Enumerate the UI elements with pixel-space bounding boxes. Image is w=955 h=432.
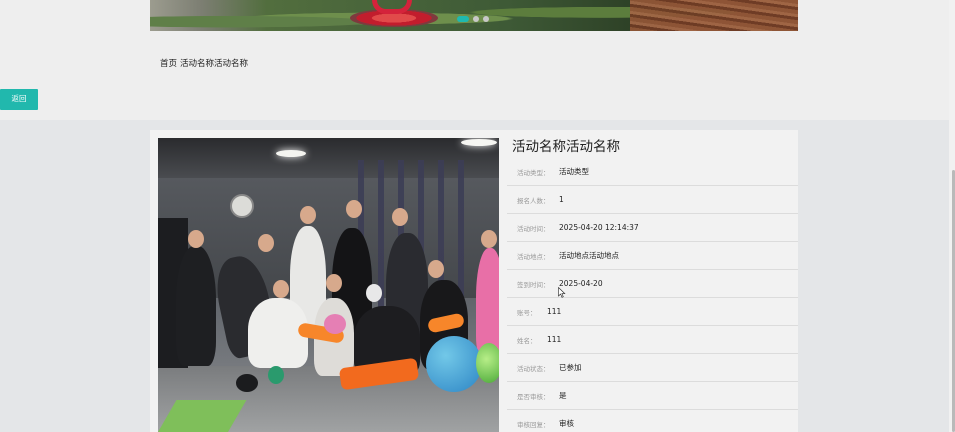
info-label: 活动时间： xyxy=(517,224,550,233)
kettlebell xyxy=(324,314,346,334)
banner-carousel[interactable] xyxy=(150,0,798,31)
banner-wooden-deck xyxy=(630,0,798,31)
info-label: 活动类型： xyxy=(517,168,550,177)
info-row-participants: 报名人数： 1 xyxy=(507,186,798,214)
info-row-name: 姓名： 111 xyxy=(507,326,798,354)
info-value: 是 xyxy=(559,391,567,400)
person-head xyxy=(392,208,408,226)
kettlebell xyxy=(268,366,284,384)
info-label: 签到时间： xyxy=(517,280,550,289)
person-head xyxy=(273,280,289,298)
person-head xyxy=(428,260,444,278)
info-label: 是否审核： xyxy=(517,392,550,401)
info-value: 审核 xyxy=(559,419,574,428)
person-head xyxy=(258,234,274,252)
info-value: 1 xyxy=(559,195,564,204)
info-row-location: 活动地点： 活动地点活动地点 xyxy=(507,242,798,270)
info-row-time: 活动时间： 2025-04-20 12:14:37 xyxy=(507,214,798,242)
ceiling-lamp-icon xyxy=(276,150,306,157)
person-head xyxy=(481,230,497,248)
info-row-status: 活动状态： 已参加 xyxy=(507,354,798,382)
person-figure xyxy=(476,248,499,358)
info-label: 活动地点： xyxy=(517,252,550,261)
info-value: 2025-04-20 12:14:37 xyxy=(559,223,639,232)
info-label: 报名人数： xyxy=(517,196,550,205)
activity-title: 活动名称活动名称 xyxy=(512,139,620,155)
breadcrumb-current: 活动名称活动名称 xyxy=(180,59,249,69)
info-value: 活动类型 xyxy=(559,167,589,176)
fitness-ball xyxy=(426,336,482,392)
info-row-account: 账号： 111 xyxy=(507,298,798,326)
wall-clock-icon xyxy=(230,194,254,218)
info-row-checkin-time: 签到时间： 2025-04-20 xyxy=(507,270,798,298)
info-label: 活动状态： xyxy=(517,364,550,373)
person-figure xyxy=(176,246,216,366)
activity-info-list: 活动类型： 活动类型 报名人数： 1 活动时间： 2025-04-20 12:1… xyxy=(507,158,798,432)
info-label: 姓名： xyxy=(517,336,537,345)
activity-detail-page: 首页 活动名称活动名称 返回 活动名称活动名称 活动类型： 活动类型 报名人数：… xyxy=(0,0,955,432)
breadcrumb: 首页 活动名称活动名称 xyxy=(160,57,248,69)
carousel-dot-3[interactable] xyxy=(483,16,489,22)
person-head xyxy=(188,230,204,248)
person-head xyxy=(326,274,342,292)
person-head xyxy=(366,284,382,302)
info-row-type: 活动类型： 活动类型 xyxy=(507,158,798,186)
info-value: 111 xyxy=(547,307,562,316)
carousel-dot-2[interactable] xyxy=(473,16,479,22)
mouse-pointer-icon xyxy=(558,287,566,298)
fitness-ball xyxy=(476,343,499,383)
back-button[interactable]: 返回 xyxy=(0,89,38,110)
person-head xyxy=(346,200,362,218)
person-head xyxy=(300,206,316,224)
info-value: 已参加 xyxy=(559,363,582,372)
info-label: 账号： xyxy=(517,308,537,317)
kettlebell xyxy=(236,374,258,392)
info-label: 审核回复： xyxy=(517,420,550,429)
carousel-dot-1[interactable] xyxy=(457,16,469,22)
info-value: 活动地点活动地点 xyxy=(559,251,619,260)
ceiling-lamp-icon xyxy=(461,139,497,146)
activity-photo xyxy=(158,138,499,432)
carousel-indicators xyxy=(457,16,489,22)
info-row-review-reply: 审核回复： 审核 xyxy=(507,410,798,432)
breadcrumb-home[interactable]: 首页 xyxy=(160,57,177,69)
info-value: 111 xyxy=(547,335,562,344)
info-row-reviewed: 是否审核： 是 xyxy=(507,382,798,410)
